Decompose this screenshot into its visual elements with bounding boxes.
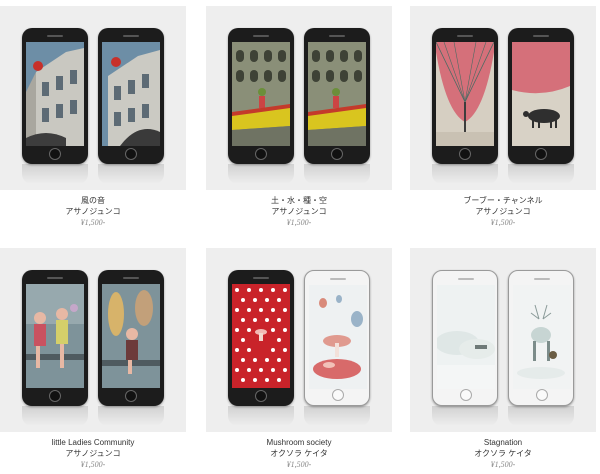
phone-front-image: [228, 28, 294, 164]
product-card[interactable]: Mushroom society オクソラ ケイタ ¥1,500-: [206, 248, 392, 471]
product-image[interactable]: [410, 248, 596, 432]
product-card[interactable]: 風の音 アサノジュンコ ¥1,500-: [0, 6, 186, 229]
product-image[interactable]: [206, 6, 392, 190]
phone-back-image: [98, 28, 164, 164]
product-title[interactable]: 土・水・種・空: [206, 195, 392, 206]
phone-front-image: [22, 28, 88, 164]
phone-back-image: [98, 270, 164, 406]
phone-front-image: [432, 28, 498, 164]
product-image[interactable]: [0, 6, 186, 190]
phone-back-image: [304, 28, 370, 164]
product-artist[interactable]: アサノジュンコ: [0, 206, 186, 217]
product-artist[interactable]: オクソラ ケイタ: [206, 448, 392, 459]
product-artist[interactable]: アサノジュンコ: [206, 206, 392, 217]
phone-back-image: [508, 28, 574, 164]
product-artist[interactable]: アサノジュンコ: [410, 206, 596, 217]
product-title[interactable]: little Ladies Community: [0, 437, 186, 448]
product-price: ¥1,500-: [80, 460, 106, 469]
phone-back-image: [304, 270, 370, 406]
product-card[interactable]: little Ladies Community アサノジュンコ ¥1,500-: [0, 248, 186, 471]
product-price: ¥1,500-: [286, 218, 312, 227]
product-price: ¥1,500-: [80, 218, 106, 227]
product-title[interactable]: 風の音: [0, 195, 186, 206]
product-price: ¥1,500-: [286, 460, 312, 469]
phone-front-image: [22, 270, 88, 406]
product-card[interactable]: 土・水・種・空 アサノジュンコ ¥1,500-: [206, 6, 392, 229]
product-price: ¥1,500-: [490, 460, 516, 469]
phone-back-image: [508, 270, 574, 406]
product-card[interactable]: Stagnation オクソラ ケイタ ¥1,500-: [410, 248, 596, 471]
product-title[interactable]: Stagnation: [410, 437, 596, 448]
product-image[interactable]: [0, 248, 186, 432]
product-artist[interactable]: アサノジュンコ: [0, 448, 186, 459]
product-title[interactable]: ブーブー・チャンネル: [410, 195, 596, 206]
product-price: ¥1,500-: [490, 218, 516, 227]
phone-front-image: [228, 270, 294, 406]
product-card[interactable]: ブーブー・チャンネル アサノジュンコ ¥1,500-: [410, 6, 596, 229]
phone-front-image: [432, 270, 498, 406]
product-grid: 風の音 アサノジュンコ ¥1,500- 土・水・種・空 アサノジュンコ ¥1,5…: [0, 0, 600, 474]
product-image[interactable]: [206, 248, 392, 432]
product-artist[interactable]: オクソラ ケイタ: [410, 448, 596, 459]
product-image[interactable]: [410, 6, 596, 190]
product-title[interactable]: Mushroom society: [206, 437, 392, 448]
